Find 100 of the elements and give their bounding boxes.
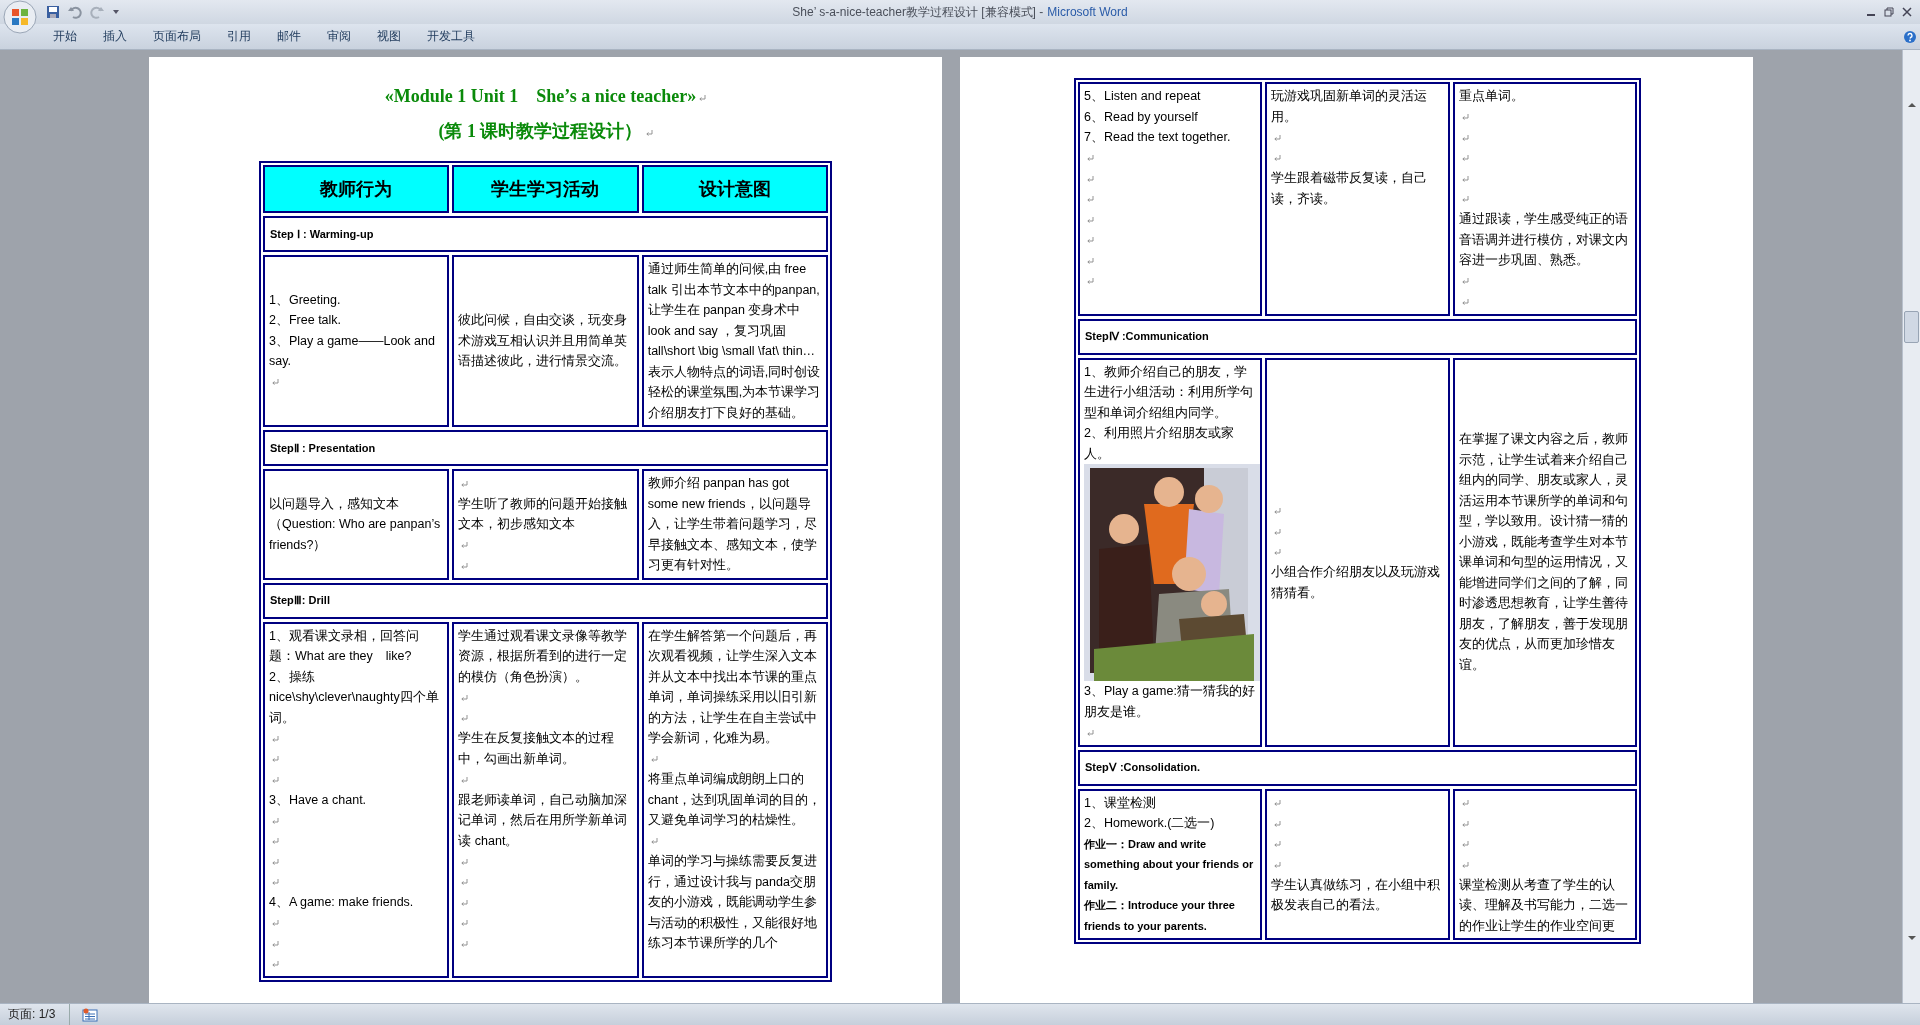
cell-text: 1、教师介绍自己的朋友，学生进行小组活动：利用所学句型和单词介绍组内同学。 <box>1084 364 1253 420</box>
cell-text: 3、Play a game:猜一猜我的好朋友是谁。 <box>1084 684 1255 719</box>
paragraph-mark-icon <box>1086 215 1094 224</box>
cell-text: 1、观看课文录相，回答问题：What are they like? <box>269 628 419 663</box>
paragraph-mark-icon <box>1460 799 1469 808</box>
paragraph-mark-icon <box>1273 819 1282 828</box>
paragraph-mark-icon <box>460 541 469 550</box>
paragraph-mark-icon <box>1086 154 1094 163</box>
ribbon-tab[interactable]: 插入 <box>90 26 140 47</box>
step-title: StepⅣ :Communication <box>1085 330 1209 343</box>
ribbon-tab[interactable]: 视图 <box>364 26 414 47</box>
paragraph-mark-icon <box>271 837 279 846</box>
scroll-thumb[interactable] <box>1904 310 1919 343</box>
paragraph-mark-icon <box>1460 133 1469 142</box>
paragraph-mark-icon <box>1273 507 1282 516</box>
save-icon[interactable] <box>46 5 60 19</box>
paragraph-mark-icon <box>698 93 707 102</box>
cell-text: 将重点单词编成朗朗上口的chant，达到巩固单词的目的，又避免单词学习的枯燥性。 <box>647 772 822 827</box>
cell-text: 通过师生简单的问候,由 free talk 引出本节文本中的panpan,让学生在 panpan 变身术中 look and say ，复习巩固 tall\short \big \small \fat\ thin…表示人物特点的词语,同时创设轻松的课堂氛围,为本节课学习介绍朋友打下良好的基础。 <box>647 262 821 420</box>
cell-text: 以问题导入，感知文本（Question: Who are panpan’s friends?） <box>269 496 441 552</box>
paragraph-mark-icon <box>1086 195 1094 204</box>
up-arrow-icon[interactable] <box>1906 100 1917 110</box>
cell-text: 6、Read by yourself <box>1084 109 1198 124</box>
cell-text: 学生听了教师的问题开始接触文本，初步感知文本 <box>458 496 628 531</box>
paragraph-mark-icon <box>271 775 279 784</box>
paragraph-mark-icon <box>271 755 279 764</box>
restore-icon[interactable] <box>1884 7 1894 17</box>
step-title: StepⅡ : Presentation <box>270 441 376 455</box>
cell-text: 教师介绍 panpan has got some new friends，以问题导入，让学生带着问题学习，尽早接触文本、感知文本，使学习更有针对性。 <box>647 476 817 572</box>
ribbon-tab[interactable]: 页面布局 <box>140 26 214 47</box>
paragraph-mark-icon <box>1460 154 1469 163</box>
paragraph-mark-icon <box>1086 277 1094 286</box>
paragraph-mark-icon <box>1460 113 1469 122</box>
down-arrow-icon[interactable] <box>1906 933 1917 943</box>
cell-text: 在学生解答第一个问题后，再次观看视频，让学生深入文本并从文本中找出本节课的重点单词，单词操练采用以旧引新的方法，让学生在自主尝试中学会新词，化难为易。 <box>647 628 817 745</box>
paragraph-mark-icon <box>271 878 279 887</box>
cell-text: 1、Greeting. <box>269 292 341 307</box>
window-title: She’ s-a-nice-teacher教学过程设计 [兼容模式] - <box>792 3 1044 21</box>
paragraph-mark-icon <box>1460 860 1469 869</box>
proofing-icon[interactable] <box>82 1007 99 1022</box>
cell-text: 作业二：Introduce your three friends to your parents. <box>1084 899 1235 932</box>
paragraph-mark-icon <box>460 919 469 928</box>
paragraph-mark-icon <box>1273 133 1282 142</box>
cell-text: 重点单词。 <box>1458 89 1524 103</box>
cell-text: 学生认真做练习，在小组中积极发表自己的看法。 <box>1271 877 1441 912</box>
paragraph-mark-icon <box>460 775 469 784</box>
paragraph-mark-icon <box>1460 277 1469 286</box>
paragraph-mark-icon <box>460 857 469 866</box>
paragraph-mark-icon <box>644 128 653 137</box>
paragraph-mark-icon <box>271 960 279 969</box>
paragraph-mark-icon <box>460 693 469 702</box>
cell-text: 跟老师读单词，自己动脑加深记单词，然后在用所学新单词读 chant。 <box>458 792 628 848</box>
ribbon-tab[interactable]: 开发工具 <box>414 26 488 47</box>
paragraph-mark-icon <box>271 816 279 825</box>
paragraph-mark-icon <box>460 479 469 488</box>
paragraph-mark-icon <box>1086 728 1094 737</box>
cell-text: 课堂检测从考查了学生的认读、理解及书写能力，二选一的作业让学生的作业空间更 <box>1458 877 1628 933</box>
paragraph-mark-icon <box>649 837 658 846</box>
paragraph-mark-icon <box>460 714 469 723</box>
close-icon[interactable] <box>1902 7 1912 17</box>
paragraph-mark-icon <box>1086 256 1094 265</box>
cell-text: 2、Free talk. <box>269 313 342 328</box>
step-title: Step Ⅰ : Warming-up <box>270 227 374 241</box>
paragraph-mark-icon <box>1460 840 1469 849</box>
cell-text: 单词的学习与操练需要反复进行，通过设计我与 panda交朋友的小游戏，既能调动学生参与活动的积极性，又能很好地练习本节课所学的几个 <box>647 854 817 950</box>
paragraph-mark-icon <box>1460 195 1469 204</box>
cell-text: 玩游戏巩固新单词的灵活运用。 <box>1271 89 1428 124</box>
paragraph-mark-icon <box>1273 860 1282 869</box>
cell-text: 在掌握了课文内容之后，教师示范，让学生试着来介绍自己组内的同学、朋友或家人，灵活运用本节课所学的单词和句型，学以致用。设计猜一猜的小游戏，既能考查学生对本节课单词和句型的运用情况，又能增进同学们之间的了解，同时渗透思想教育，让学生善待朋友，了解朋友，善于发现朋友的优点，从而更加珍惜友谊。 <box>1458 432 1628 672</box>
paragraph-mark-icon <box>271 857 279 866</box>
paragraph-mark-icon <box>1273 840 1282 849</box>
ribbon-tab[interactable]: 引用 <box>214 26 264 47</box>
help-icon[interactable] <box>1903 29 1917 44</box>
page-count[interactable]: 页面: 1/3 <box>0 1004 71 1025</box>
column-header: 教师行为 <box>263 165 450 213</box>
paragraph-mark-icon <box>1460 819 1469 828</box>
ribbon-tab[interactable]: 邮件 <box>264 26 314 47</box>
cell-text: 2、操练 nice\shy\clever\naughty四个单词。 <box>269 669 439 725</box>
cell-text: 7、Read the text together. <box>1084 130 1231 144</box>
scrollbar[interactable] <box>1902 50 1920 1003</box>
cell-text: 3、Have a chant. <box>269 792 367 807</box>
paragraph-mark-icon <box>271 919 279 928</box>
paragraph-mark-icon <box>1273 154 1282 163</box>
paragraph-mark-icon <box>271 939 279 948</box>
paragraph-mark-icon <box>649 755 658 764</box>
paragraph-mark-icon <box>460 939 469 948</box>
document-heading: «Module 1 Unit 1 She’s a nice teacher» <box>384 86 697 106</box>
app-name: Microsoft Word <box>1047 5 1128 19</box>
paragraph-mark-icon <box>1460 174 1469 183</box>
cell-text: 学生在反复接触文本的过程中，勾画出新单词。 <box>458 731 615 766</box>
ribbon-tab[interactable]: 开始 <box>40 26 90 47</box>
paragraph-mark-icon <box>460 898 469 907</box>
paragraph-mark-icon <box>1460 297 1469 306</box>
ribbon-tab[interactable]: 审阅 <box>314 26 364 47</box>
column-header: 学生学习活动 <box>452 165 639 213</box>
caret-icon[interactable] <box>112 8 120 16</box>
paragraph-mark-icon <box>1086 174 1094 183</box>
cell-text: 学生跟着磁带反复读，自己读，齐读。 <box>1271 171 1428 206</box>
cell-text: 通过跟读，学生感受纯正的语音语调并进行模仿，对课文内容进一步巩固、熟悉。 <box>1458 212 1628 267</box>
cell-text: 2、Homework.(二选一) <box>1084 816 1215 830</box>
